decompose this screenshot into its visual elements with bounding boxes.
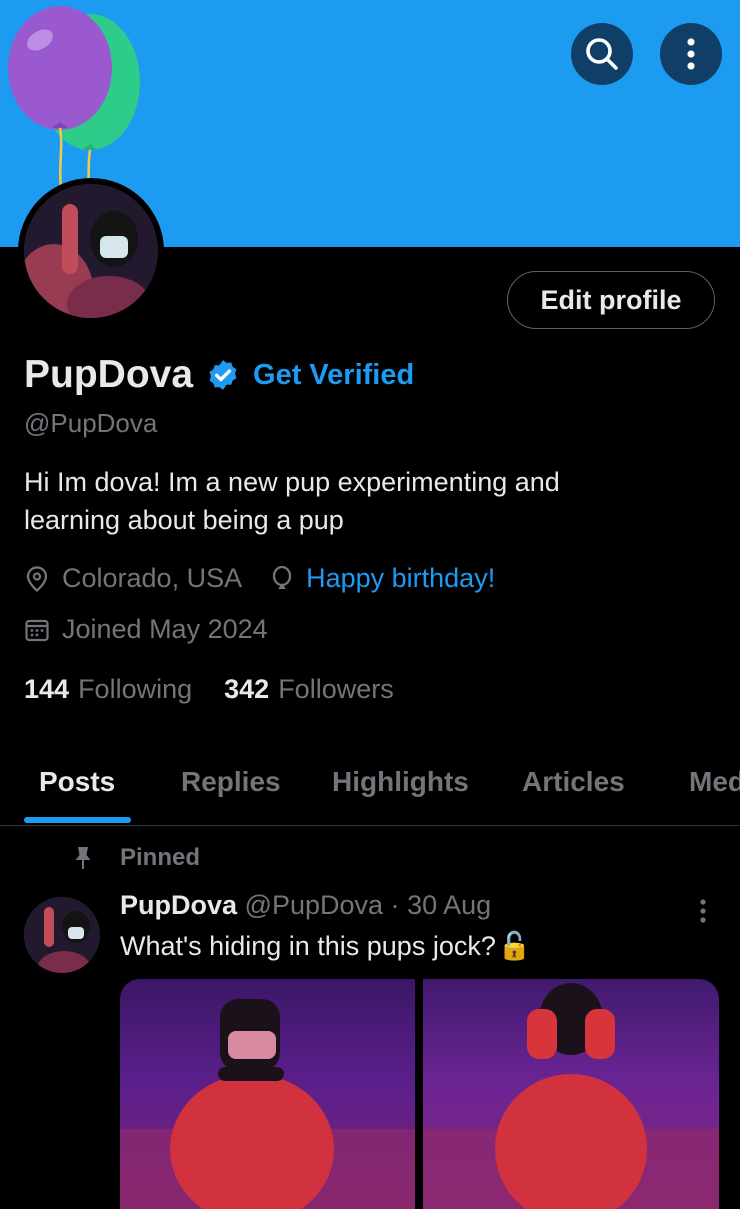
search-button[interactable]: [571, 23, 633, 85]
follow-stats: 144 Following 342 Followers: [24, 674, 394, 705]
profile-joined-row: Joined May 2024: [24, 614, 268, 645]
tab-media[interactable]: Media: [689, 766, 740, 798]
bio-line: Hi Im dova! Im a new pup experimenting a…: [24, 467, 560, 497]
profile-joined-date: Joined May 2024: [62, 614, 268, 644]
post-author-name[interactable]: PupDova: [120, 890, 237, 920]
followers-label: Followers: [278, 674, 394, 704]
followers-link[interactable]: 342 Followers: [224, 674, 394, 705]
post-media-image-2[interactable]: [423, 979, 719, 1209]
profile-handle: @PupDova: [24, 408, 158, 438]
following-count: 144: [24, 674, 70, 704]
balloon-icon: [272, 565, 292, 589]
profile-avatar[interactable]: [24, 184, 158, 318]
display-name: PupDova: [24, 353, 194, 396]
active-tab-indicator: [24, 817, 131, 823]
post-text: What's hiding in this pups jock?: [120, 930, 496, 961]
get-verified-link[interactable]: Get Verified: [253, 359, 414, 392]
post-media-image-1[interactable]: [120, 979, 415, 1209]
post-header: PupDova @PupDova · 30 Aug: [120, 890, 491, 921]
bio-line: learning about being a pup: [24, 505, 344, 535]
post-date[interactable]: 30 Aug: [407, 890, 491, 920]
profile-tabs: Posts Replies Highlights Articles Media: [0, 750, 740, 826]
media-photo: [423, 983, 719, 1209]
profile-name-row: PupDova Get Verified: [24, 350, 414, 400]
profile-location: Colorado, USA: [62, 563, 243, 593]
pinned-label: Pinned: [120, 844, 201, 871]
post-separator: ·: [390, 890, 400, 920]
search-icon: [586, 38, 618, 70]
profile-bio: Hi Im dova! Im a new pup experimenting a…: [24, 463, 714, 539]
unlock-emoji: 🔓: [497, 931, 532, 961]
avatar-photo: [24, 897, 100, 973]
media-photo: [120, 999, 415, 1209]
pinned-indicator: Pinned: [70, 844, 200, 872]
tab-articles[interactable]: Articles: [522, 766, 625, 798]
birthday-link[interactable]: Happy birthday!: [306, 563, 495, 594]
following-link[interactable]: 144 Following: [24, 674, 192, 705]
more-options-button[interactable]: [660, 23, 722, 85]
tab-posts[interactable]: Posts: [39, 766, 115, 798]
more-vertical-icon: [687, 38, 695, 70]
tab-replies[interactable]: Replies: [181, 766, 281, 798]
location-pin-icon: [26, 565, 48, 592]
calendar-icon: [25, 619, 49, 641]
followers-count: 342: [224, 674, 270, 704]
profile-meta-row: Colorado, USA Happy birthday!: [24, 563, 495, 594]
edit-profile-button[interactable]: Edit profile: [507, 271, 715, 329]
verified-badge-icon[interactable]: [206, 358, 240, 392]
tab-highlights[interactable]: Highlights: [332, 766, 469, 798]
pin-icon: [75, 847, 91, 869]
post-body: What's hiding in this pups jock? 🔓: [120, 930, 531, 962]
avatar-photo: [24, 184, 158, 318]
post-author-avatar[interactable]: [24, 897, 100, 973]
post-author-handle[interactable]: @PupDova: [245, 890, 383, 920]
post-more-icon[interactable]: [690, 896, 716, 926]
following-label: Following: [78, 674, 193, 704]
